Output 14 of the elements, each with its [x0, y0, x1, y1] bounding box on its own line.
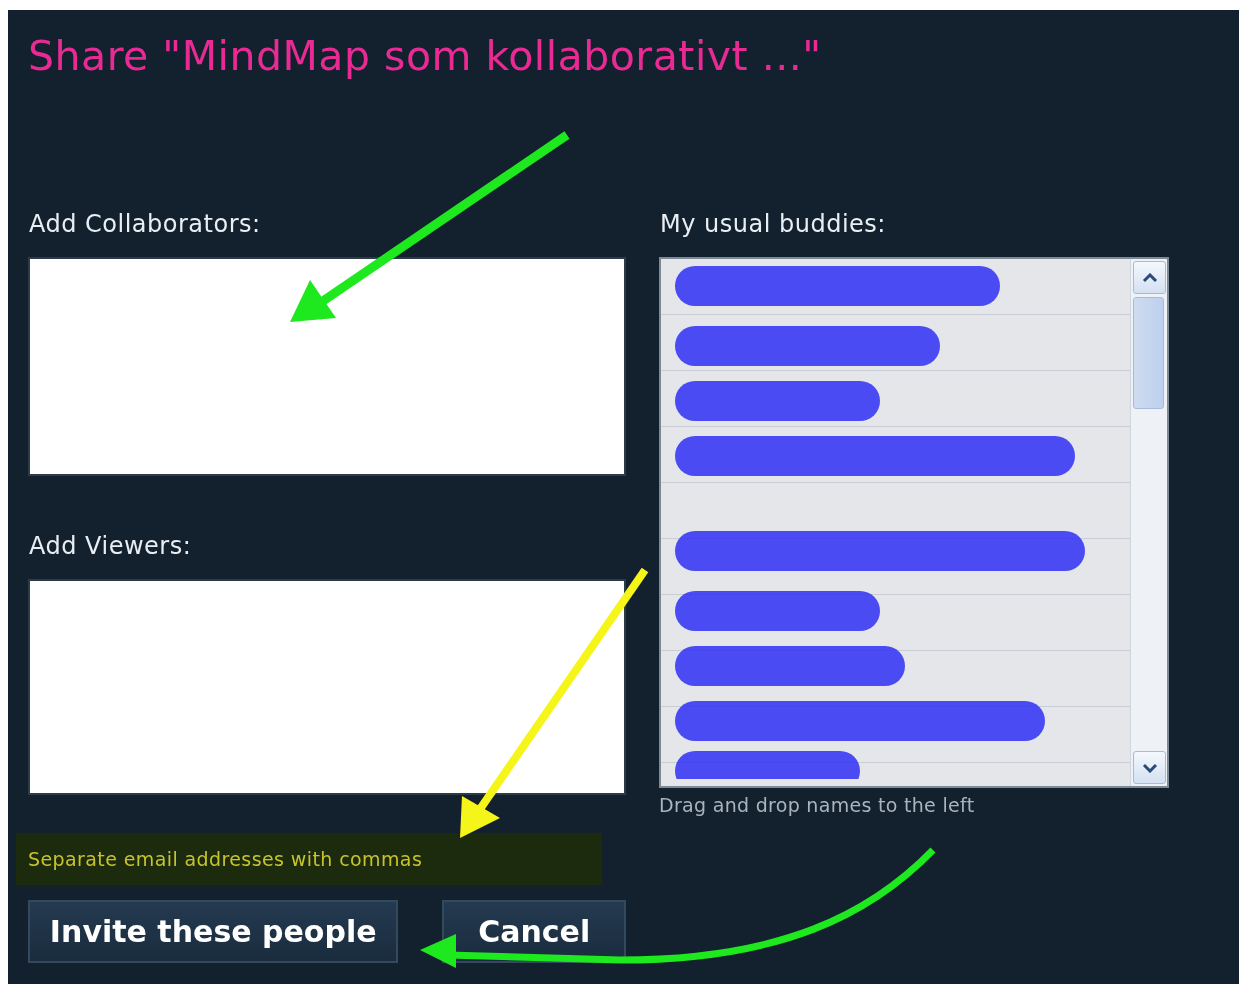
scroll-up-icon[interactable] [1133, 261, 1166, 294]
scroll-down-icon[interactable] [1133, 751, 1166, 784]
invite-button[interactable]: Invite these people [28, 900, 399, 963]
list-hint: Drag and drop names to the left [659, 794, 976, 816]
collaborators-field[interactable] [28, 257, 626, 476]
viewers-field[interactable] [28, 579, 626, 795]
hint-note: Separate email addresses with commas [16, 833, 602, 885]
field-label: Add Viewers: [29, 531, 193, 562]
list-label: My usual buddies: [660, 209, 887, 240]
dialog-title: Share "MindMap som kollaborativt ..." [28, 31, 823, 82]
scrollbar[interactable] [1130, 259, 1167, 786]
scroll-thumb[interactable] [1133, 297, 1164, 409]
buddy-list[interactable] [659, 257, 1169, 788]
field-label: Add Collaborators: [29, 209, 262, 240]
